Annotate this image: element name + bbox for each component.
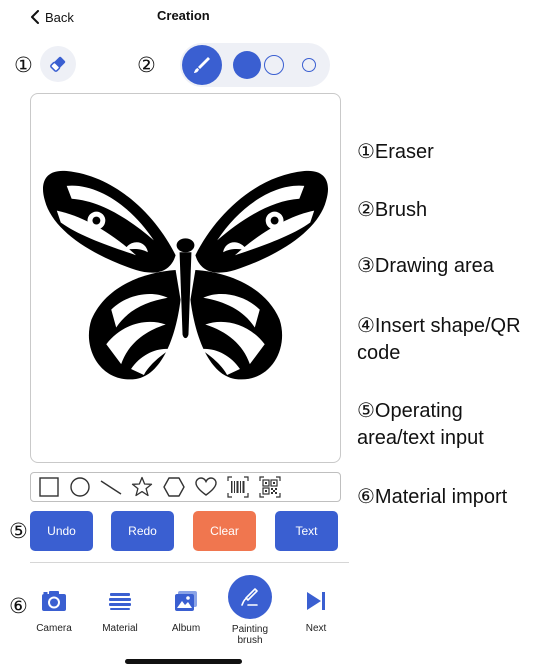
legend-drawing-area: ③Drawing area bbox=[357, 255, 494, 277]
skip-next-icon bbox=[300, 585, 332, 617]
next-button[interactable]: Next bbox=[299, 585, 333, 634]
text-button[interactable]: Text bbox=[275, 511, 338, 551]
painting-brush-button[interactable]: Painting brush bbox=[221, 575, 279, 646]
legend-insert-shape-cont: code bbox=[357, 342, 401, 364]
material-button[interactable]: Material bbox=[95, 585, 145, 634]
barcode-button[interactable] bbox=[227, 476, 249, 498]
chevron-left-icon bbox=[31, 10, 39, 24]
qr-code-button[interactable] bbox=[259, 476, 281, 498]
album-icon bbox=[170, 585, 202, 617]
undo-button[interactable]: Undo bbox=[30, 511, 93, 551]
camera-icon bbox=[38, 585, 70, 617]
clear-button[interactable]: Clear bbox=[193, 511, 256, 551]
circle-icon bbox=[70, 477, 90, 497]
square-icon bbox=[39, 477, 59, 497]
line-shape-button[interactable] bbox=[100, 476, 122, 498]
eraser-button[interactable] bbox=[40, 46, 76, 82]
legend-operating-area-cont: area/text input bbox=[357, 427, 484, 449]
brush-size-small[interactable] bbox=[302, 58, 316, 72]
next-label: Next bbox=[305, 623, 327, 634]
legend-brush: ②Brush bbox=[357, 199, 428, 221]
back-button[interactable]: Back bbox=[30, 6, 74, 28]
legend-eraser: ①Eraser bbox=[357, 141, 434, 163]
hexagon-shape-button[interactable] bbox=[163, 476, 185, 498]
legend-insert-shape: ④Insert shape/QR bbox=[357, 315, 521, 337]
line-icon bbox=[100, 480, 122, 495]
star-shape-button[interactable] bbox=[131, 476, 153, 498]
hexagon-icon bbox=[163, 477, 185, 497]
heart-icon bbox=[195, 477, 217, 496]
album-label: Album bbox=[171, 623, 201, 634]
divider bbox=[30, 562, 349, 563]
back-label: Back bbox=[45, 9, 74, 25]
material-label: Material bbox=[102, 623, 138, 634]
square-shape-button[interactable] bbox=[38, 476, 60, 498]
legend-operating-area: ⑤Operating bbox=[357, 400, 463, 422]
circle-shape-button[interactable] bbox=[69, 476, 91, 498]
album-button[interactable]: Album bbox=[166, 585, 206, 634]
callout-2: ② bbox=[137, 53, 156, 77]
redo-button[interactable]: Redo bbox=[111, 511, 174, 551]
home-indicator bbox=[125, 659, 242, 664]
legend-material-import: ⑥Material import bbox=[357, 486, 508, 508]
material-icon bbox=[104, 585, 136, 617]
brush-size-large[interactable] bbox=[233, 51, 261, 79]
eraser-icon bbox=[50, 56, 66, 72]
callout-5: ⑤ bbox=[9, 519, 28, 543]
painting-brush-icon bbox=[228, 575, 272, 619]
star-icon bbox=[131, 476, 153, 497]
qr-code-icon bbox=[259, 476, 281, 498]
callout-1: ① bbox=[14, 53, 33, 77]
page-title: Creation bbox=[157, 8, 210, 23]
brush-button[interactable] bbox=[182, 45, 222, 85]
camera-button[interactable]: Camera bbox=[33, 585, 75, 634]
brush-icon bbox=[194, 57, 210, 73]
painting-brush-label: Painting brush bbox=[231, 624, 269, 646]
camera-label: Camera bbox=[36, 623, 72, 634]
heart-shape-button[interactable] bbox=[195, 476, 217, 498]
brush-size-medium[interactable] bbox=[264, 55, 284, 75]
barcode-icon bbox=[227, 476, 249, 498]
callout-6: ⑥ bbox=[9, 594, 28, 618]
butterfly-drawing bbox=[42, 170, 329, 380]
